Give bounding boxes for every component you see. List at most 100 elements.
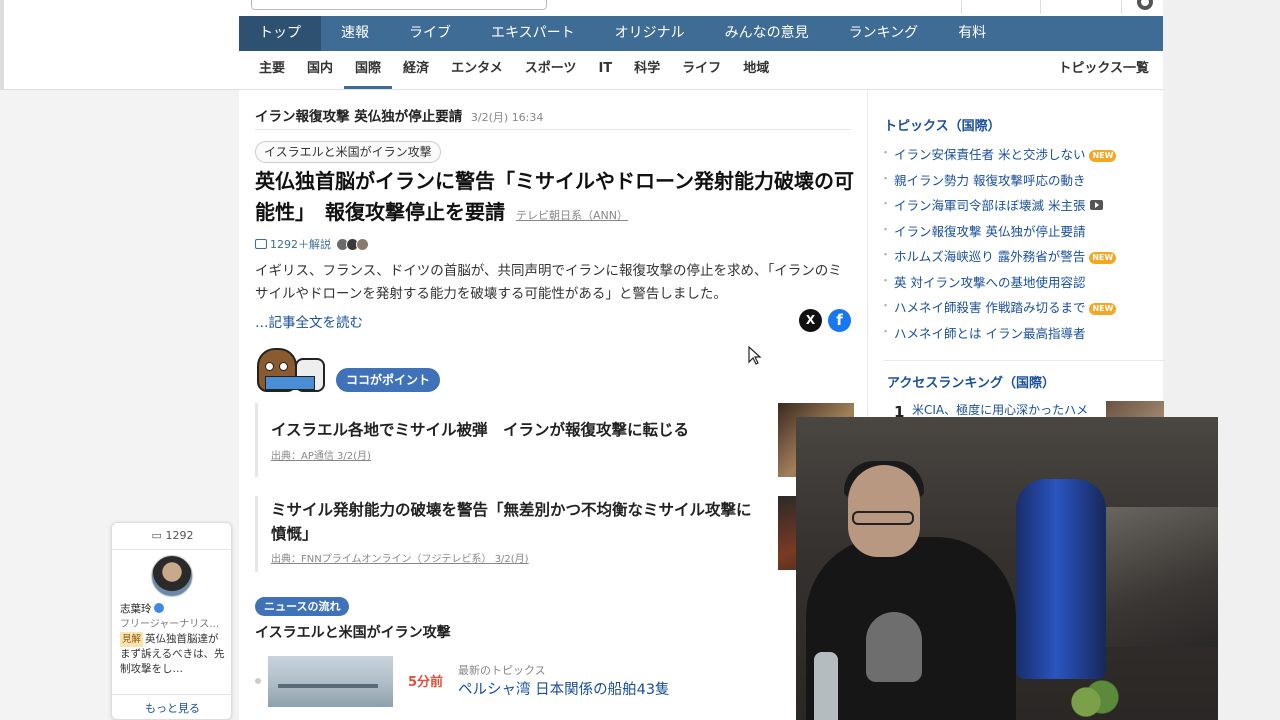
sub-nav-item[interactable]: エンタメ: [440, 51, 514, 89]
stone-object: [866, 612, 922, 682]
topic-item[interactable]: イラン安保責任者 米と交渉しないNEW: [880, 144, 1154, 170]
comment-icon: ▭: [151, 529, 162, 542]
topic-item[interactable]: ホルムズ海峡巡り 露外務省が警告NEW: [880, 246, 1154, 272]
main-nav-item[interactable]: オリジナル: [595, 16, 705, 51]
topic-item[interactable]: 親イラン勢力 報復攻撃呼応の動き: [880, 170, 1154, 196]
expert-role: フリージャーナリス…: [120, 619, 220, 630]
top-divider: [1040, 0, 1041, 14]
flow-thumbnail: [268, 656, 393, 707]
sub-nav-item[interactable]: 国際: [344, 51, 393, 89]
commenter-avatars: [336, 237, 369, 251]
opinion-tag: 見解: [120, 632, 144, 647]
mascot-eye: [279, 362, 288, 371]
news-flow-title[interactable]: イスラエルと米国がイラン攻撃: [255, 622, 451, 642]
left-header-strip: [0, 0, 239, 90]
article-header-title: イラン報復攻撃 英仏独が停止要請: [255, 109, 463, 125]
topic-text: 親イラン勢力 報復攻撃呼応の動き: [894, 172, 1086, 188]
flow-time: 5分前: [408, 675, 444, 690]
mascot-illustration: [255, 346, 330, 394]
main-nav-item[interactable]: ランキング: [829, 16, 939, 51]
see-more-button[interactable]: もっと見る: [112, 694, 233, 720]
main-nav-item[interactable]: 有料: [938, 16, 1006, 51]
topic-item[interactable]: イラン海軍司令部ほぼ壊滅 米主張: [880, 195, 1154, 221]
related-title: ミサイル発射能力の破壊を警告「無差別かつ不均衡なミサイル攻撃に憤慨」: [271, 501, 752, 543]
top-divider: [1121, 0, 1122, 14]
comment-count[interactable]: ▭ 1292: [112, 529, 233, 542]
main-nav: トップ 速報 ライブ エキスパート オリジナル みんなの意見 ランキング 有料: [239, 16, 1163, 51]
rank-text: 米CIA、極度に用心深かったハメ: [912, 403, 1089, 417]
topic-item[interactable]: ハメネイ師殺害 作戦踏み切るまでNEW: [880, 297, 1154, 323]
video-icon: [1090, 200, 1104, 210]
sub-nav-item[interactable]: 主要: [239, 51, 296, 89]
glasses: [852, 511, 914, 525]
topic-text: イラン安保責任者 米と交渉しない: [894, 147, 1086, 162]
point-badge: ココがポイント: [336, 368, 441, 392]
timeline-dot: [255, 678, 261, 684]
webcam-overlay: [796, 417, 1218, 720]
news-flow-badge: ニュースの流れ: [255, 597, 350, 616]
divider: [884, 360, 1164, 361]
related-source: 出典：AP通信 3/2(月): [271, 451, 371, 462]
topic-text: ハメネイ師殺害 作戦踏み切るまで: [894, 300, 1086, 315]
verified-icon: [153, 603, 164, 613]
topics-title[interactable]: トピックス（国際）: [884, 115, 1001, 134]
main-nav-item[interactable]: トップ: [239, 16, 321, 51]
read-more-link[interactable]: …記事全文を読む: [255, 311, 363, 331]
expert-name[interactable]: 志葉玲: [120, 601, 164, 616]
sub-nav-item[interactable]: 国内: [296, 51, 344, 89]
main-nav-item[interactable]: エキスパート: [471, 16, 595, 51]
topics-list-link[interactable]: トピックス一覧: [1058, 51, 1149, 89]
sub-nav: 主要 国内 国際 経済 エンタメ スポーツ IT 科学 ライフ 地域 トピックス一覧: [239, 51, 1163, 90]
related-article[interactable]: イスラエル各地でミサイル被弾 イランが報復攻撃に転じる 出典：AP通信 3/2(…: [255, 403, 854, 477]
avatar: [356, 237, 369, 251]
avatar[interactable]: [151, 555, 193, 597]
main-nav-item[interactable]: ライブ: [389, 16, 471, 51]
gaming-chair: [1016, 479, 1106, 679]
window-edge: [0, 0, 4, 90]
article-source-link[interactable]: テレビ朝日系（ANN）: [516, 209, 628, 222]
sub-nav-item[interactable]: ライフ: [671, 51, 732, 89]
webcam-cloth: [1096, 507, 1218, 647]
related-title: イスラエル各地でミサイル被弾 イランが報復攻撃に転じる: [271, 421, 690, 439]
related-source: 出典：FNNプライムオンライン（フジテレビ系） 3/2(月): [271, 554, 529, 565]
expert-comment[interactable]: 見解 英仏独首脳達がまず訴えるべきは、先制攻撃をし…: [120, 632, 228, 677]
comment-count: 1292＋解説: [270, 238, 331, 251]
topic-item[interactable]: ハメネイ師とは イラン最高指導者: [880, 323, 1154, 349]
sub-nav-item[interactable]: 科学: [623, 51, 671, 89]
related-article[interactable]: ミサイル発射能力の破壊を警告「無差別かつ不均衡なミサイル攻撃に憤慨」 出典：FN…: [255, 496, 854, 572]
x-share-icon[interactable]: X: [799, 309, 822, 332]
sub-nav-item[interactable]: 経済: [392, 51, 440, 89]
ranking-title[interactable]: アクセスランキング（国際）: [887, 372, 1055, 391]
topic-text: ハメネイ師とは イラン最高指導者: [894, 325, 1086, 341]
new-badge: NEW: [1089, 252, 1117, 264]
divider: [255, 129, 851, 130]
gear-icon[interactable]: [1137, 0, 1153, 10]
comment-icon: [255, 239, 267, 249]
expert-name-text: 志葉玲: [120, 603, 152, 615]
sub-nav-item[interactable]: 地域: [732, 51, 780, 89]
search-input[interactable]: [251, 0, 547, 10]
main-nav-item[interactable]: 速報: [321, 16, 389, 51]
mascot-eye: [265, 362, 274, 371]
main-nav-item[interactable]: みんなの意見: [705, 16, 829, 51]
topic-text: イラン報復攻撃 英仏独が停止要請: [894, 223, 1086, 239]
comment-count-value: 1292: [165, 529, 194, 542]
news-flow-item[interactable]: 5分前 最新のトピックス ペルシャ湾 日本関係の船舶43隻: [255, 650, 851, 720]
topic-tag[interactable]: イスラエルと米国がイラン攻撃: [255, 141, 441, 163]
glass-bottle: [814, 652, 838, 720]
plant: [1046, 677, 1126, 720]
new-badge: NEW: [1089, 150, 1117, 162]
topics-list: イラン安保責任者 米と交渉しないNEW親イラン勢力 報復攻撃呼応の動きイラン海軍…: [880, 144, 1154, 349]
topic-text: ホルムズ海峡巡り 露外務省が警告: [894, 249, 1086, 264]
divider: [112, 549, 233, 550]
sub-nav-item[interactable]: スポーツ: [514, 51, 588, 89]
sub-nav-item[interactable]: IT: [587, 51, 623, 89]
facebook-share-icon[interactable]: f: [828, 309, 851, 332]
new-badge: NEW: [1089, 303, 1117, 315]
flow-headline[interactable]: ペルシャ湾 日本関係の船舶43隻: [458, 678, 670, 699]
top-divider: [961, 0, 962, 14]
topic-item[interactable]: 英 対イラン攻撃への基地使用容認: [880, 272, 1154, 298]
top-bar: [239, 0, 1163, 16]
comments-link[interactable]: 1292＋解説: [255, 235, 369, 253]
topic-item[interactable]: イラン報復攻撃 英仏独が停止要請: [880, 221, 1154, 247]
